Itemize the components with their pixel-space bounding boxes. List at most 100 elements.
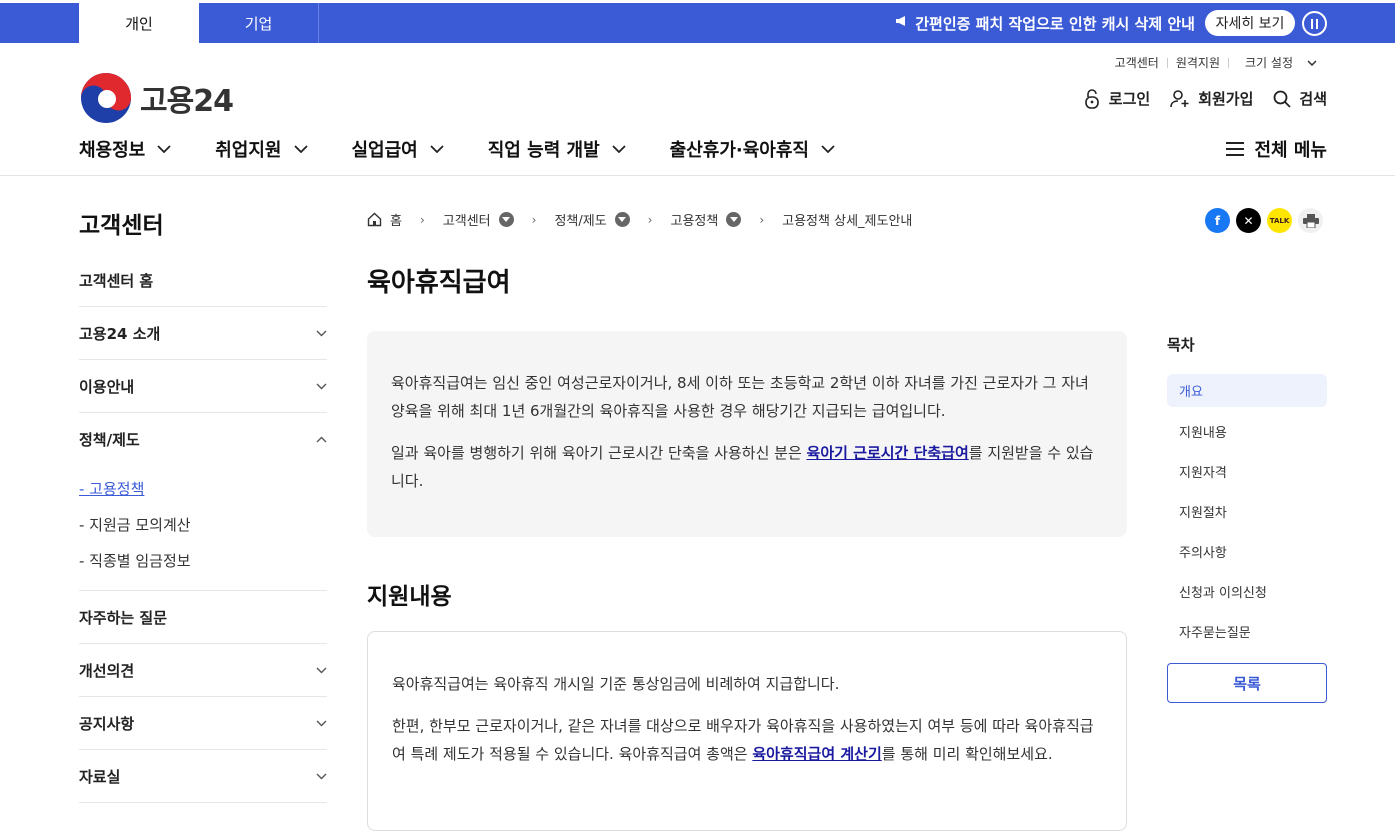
site-logo[interactable]: 고용24 xyxy=(80,72,234,124)
sidebar-subitem-wage-info[interactable]: - 직종별 임금정보 xyxy=(79,542,327,578)
chevron-down-icon xyxy=(316,720,327,726)
breadcrumb-label: 정책/제도 xyxy=(554,214,607,229)
sidebar-item-feedback[interactable]: 개선의견 xyxy=(79,644,327,697)
signup-button[interactable]: 회원가입 xyxy=(1170,88,1253,109)
gnb-label: 채용정보 xyxy=(79,140,146,161)
util-link-customer-center[interactable]: 고객센터 xyxy=(1107,54,1167,71)
notice-more-button[interactable]: 자세히 보기 xyxy=(1205,10,1295,36)
gnb-label: 실업급여 xyxy=(351,140,418,161)
util-link-remote-support[interactable]: 원격지원 xyxy=(1168,54,1228,71)
sidebar-item-archive[interactable]: 자료실 xyxy=(79,750,327,803)
global-nav: 채용정보 취업지원 실업급여 직업 능력 개발 출산휴가·육아휴직 xyxy=(79,136,835,162)
chevron-down-icon xyxy=(316,383,327,389)
table-of-contents: 개요 지원내용 지원자격 지원절차 주의사항 신청과 이의신청 자주묻는질문 xyxy=(1167,374,1327,651)
toc-item-cautions[interactable]: 주의사항 xyxy=(1167,531,1327,571)
search-button[interactable]: 검색 xyxy=(1273,88,1327,109)
chevron-down-icon xyxy=(293,145,308,153)
all-menu-label: 전체 메뉴 xyxy=(1254,140,1327,161)
x-twitter-icon[interactable]: ✕ xyxy=(1236,208,1261,233)
chevron-down-icon xyxy=(430,145,444,153)
signup-label: 회원가입 xyxy=(1198,90,1254,108)
chevron-right-icon: › xyxy=(531,212,537,227)
gnb-parental-leave[interactable]: 출산휴가·육아휴직 xyxy=(670,136,835,162)
intro-box: 육아휴직급여는 임신 중인 여성근로자이거나, 8세 이하 또는 초등학교 2학… xyxy=(367,331,1127,537)
chevron-down-icon xyxy=(821,145,835,153)
breadcrumb-employment-policy[interactable]: 고용정책 xyxy=(670,210,742,229)
breadcrumb: 홈 › 고객센터 › 정책/제도 › 고용정책 › 고용정책 상세_제도안내 xyxy=(367,210,912,229)
sidebar-item-home[interactable]: 고객센터 홈 xyxy=(79,255,327,307)
notice-banner[interactable]: 간편인증 패치 작업으로 인한 캐시 삭제 안내 xyxy=(895,3,1195,43)
chevron-up-icon xyxy=(316,436,327,443)
sidebar-item-label: 이용안내 xyxy=(79,377,135,396)
sidebar-item-faq[interactable]: 자주하는 질문 xyxy=(79,591,327,644)
tab-personal[interactable]: 개인 xyxy=(79,3,199,43)
gnb-employment-support[interactable]: 취업지원 xyxy=(215,136,308,162)
share-buttons: f ✕ TALK xyxy=(1205,208,1323,233)
facebook-icon[interactable]: f xyxy=(1205,208,1230,233)
pause-icon[interactable] xyxy=(1302,11,1327,36)
util-link-size-setting[interactable]: 크기 설정 xyxy=(1229,54,1325,71)
sidebar-item-label: 자주하는 질문 xyxy=(79,608,168,627)
login-button[interactable]: 로그인 xyxy=(1083,88,1150,109)
toc-item-application[interactable]: 신청과 이의신청 xyxy=(1167,571,1327,611)
toc-item-support-content[interactable]: 지원내용 xyxy=(1167,411,1327,451)
taegeuk-logo-icon xyxy=(81,73,131,123)
dropdown-icon[interactable] xyxy=(614,212,630,227)
chevron-down-icon xyxy=(157,145,171,153)
all-menu-button[interactable]: 전체 메뉴 xyxy=(1226,136,1327,162)
benefit-calculator-link[interactable]: 육아휴직급여 계산기 xyxy=(752,745,881,763)
support-content-box: 육아휴직급여는 육아휴직 개시일 기준 통상임금에 비례하여 지급합니다. 한편… xyxy=(367,631,1127,831)
toc-item-overview[interactable]: 개요 xyxy=(1167,374,1327,407)
print-icon[interactable] xyxy=(1298,208,1323,233)
breadcrumb-label: 홈 xyxy=(390,214,402,229)
utility-links: 고객센터 원격지원 크기 설정 xyxy=(1107,54,1325,71)
intro-paragraph: 일과 육아를 병행하기 위해 육아기 근로시간 단축을 사용하신 분은 육아기 … xyxy=(391,439,1103,495)
toc-title: 목차 xyxy=(1167,336,1195,354)
kakaotalk-icon[interactable]: TALK xyxy=(1267,208,1292,233)
breadcrumb-home[interactable]: 홈 xyxy=(367,210,402,229)
megaphone-icon xyxy=(895,14,909,32)
breadcrumb-label: 고용정책 상세_제도안내 xyxy=(782,214,913,229)
chevron-down-icon xyxy=(316,330,327,336)
notice-text: 간편인증 패치 작업으로 인한 캐시 삭제 안내 xyxy=(915,14,1195,33)
sidebar-item-notice[interactable]: 공지사항 xyxy=(79,697,327,750)
breadcrumb-policy[interactable]: 정책/제도 xyxy=(554,210,630,229)
reduced-hours-benefit-link[interactable]: 육아기 근로시간 단축급여 xyxy=(807,444,969,462)
sidebar-item-label: 정책/제도 xyxy=(79,431,140,449)
sidebar-submenu-policy: - 고용정책 - 지원금 모의계산 - 직종별 임금정보 xyxy=(79,466,327,591)
chevron-right-icon: › xyxy=(647,212,653,227)
dropdown-icon[interactable] xyxy=(498,212,514,227)
sidebar: 고객센터 홈 고용24 소개 이용안내 정책/제도 - 고용정책 - 지원금 모… xyxy=(79,255,327,803)
toc-item-faq[interactable]: 자주묻는질문 xyxy=(1167,611,1327,651)
chevron-down-icon xyxy=(1307,59,1317,66)
tab-business[interactable]: 기업 xyxy=(199,3,319,43)
gnb-skill-development[interactable]: 직업 능력 개발 xyxy=(488,136,626,162)
gnb-unemployment-benefit[interactable]: 실업급여 xyxy=(352,136,444,162)
size-setting-label: 크기 설정 xyxy=(1245,56,1293,70)
sidebar-item-label: 개선의견 xyxy=(79,661,135,680)
breadcrumb-label: 고용정책 xyxy=(670,214,719,229)
search-icon xyxy=(1273,90,1292,108)
content-paragraph: 한편, 한부모 근로자이거나, 같은 자녀를 대상으로 배우자가 육아휴직을 사… xyxy=(392,712,1102,768)
add-user-icon xyxy=(1170,89,1189,107)
breadcrumb-current: 고용정책 상세_제도안내 xyxy=(782,210,912,229)
lock-icon xyxy=(1084,88,1099,109)
breadcrumb-customer-center[interactable]: 고객센터 xyxy=(443,210,514,229)
content-paragraph: 육아휴직급여는 육아휴직 개시일 기준 통상임금에 비례하여 지급합니다. xyxy=(392,675,840,693)
list-button[interactable]: 목록 xyxy=(1167,663,1327,703)
gnb-jobs[interactable]: 채용정보 xyxy=(79,136,171,162)
sidebar-item-guide[interactable]: 이용안내 xyxy=(79,360,327,413)
sidebar-title: 고객센터 xyxy=(79,213,164,239)
toc-item-eligibility[interactable]: 지원자격 xyxy=(1167,451,1327,491)
sidebar-item-about[interactable]: 고용24 소개 xyxy=(79,307,327,360)
sidebar-subitem-subsidy-calculator[interactable]: - 지원금 모의계산 xyxy=(79,506,327,542)
sidebar-item-policy[interactable]: 정책/제도 xyxy=(79,413,327,466)
chevron-down-icon xyxy=(316,773,327,779)
gnb-label: 취업지원 xyxy=(215,140,282,161)
auth-links: 로그인 회원가입 검색 xyxy=(1083,88,1327,109)
section-title: 지원내용 xyxy=(367,584,452,610)
dropdown-icon[interactable] xyxy=(726,212,742,227)
sidebar-subitem-employment-policy[interactable]: - 고용정책 xyxy=(79,470,327,506)
toc-item-procedure[interactable]: 지원절차 xyxy=(1167,491,1327,531)
page-title: 육아휴직급여 xyxy=(367,268,511,298)
